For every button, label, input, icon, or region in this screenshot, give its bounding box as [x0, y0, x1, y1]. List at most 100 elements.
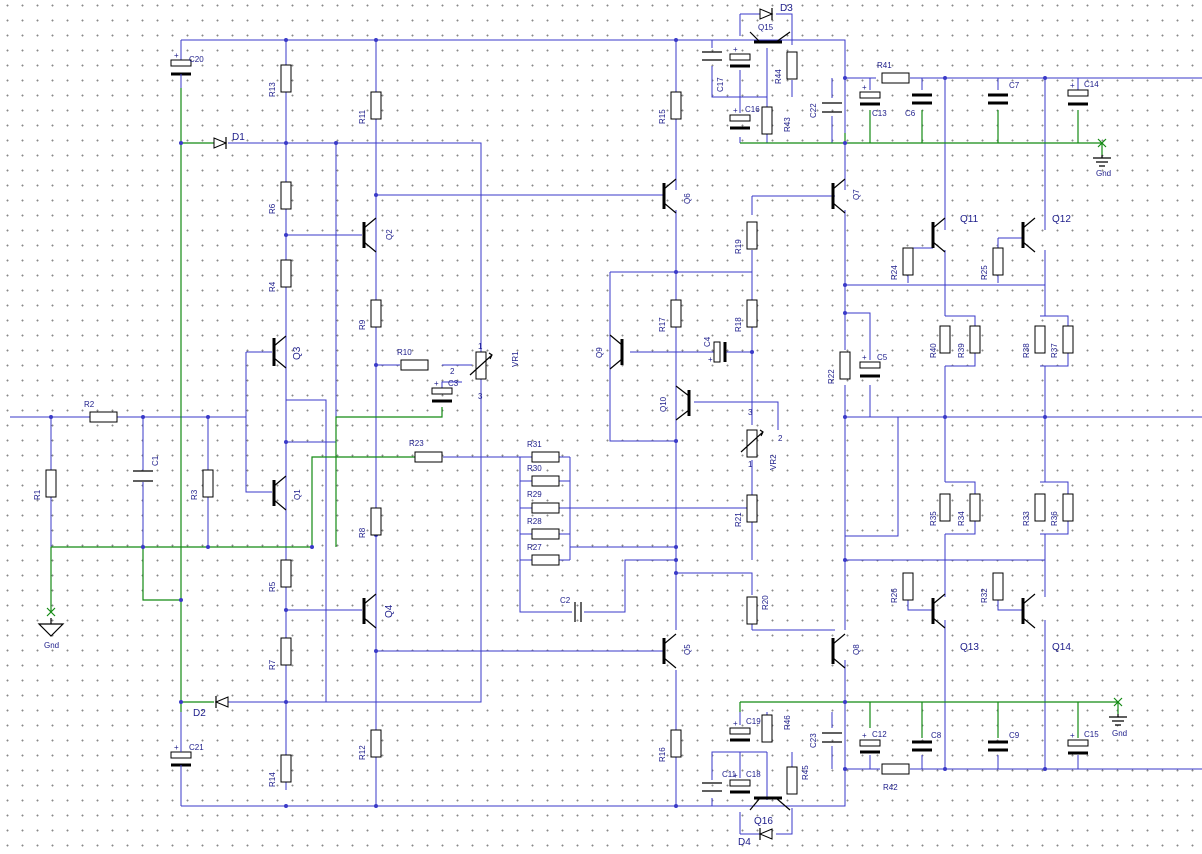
label-C3: C3 — [448, 379, 459, 388]
label-R13: R13 — [268, 82, 277, 97]
capacitor-C10 — [729, 53, 751, 68]
label-R10: R10 — [397, 348, 412, 357]
gnd-label-top-right: Gnd — [1096, 169, 1111, 178]
pot-VR2 — [740, 429, 764, 458]
label-C12: C12 — [872, 730, 887, 739]
plus-C10: + — [733, 45, 738, 54]
label-C19: C19 — [746, 717, 761, 726]
label-R42: R42 — [883, 783, 898, 792]
transistors — [272, 31, 1036, 811]
capacitor-C7 — [988, 93, 1008, 105]
resistor-R4 — [280, 259, 292, 288]
label-C4: C4 — [703, 336, 712, 347]
label-R34: R34 — [957, 511, 966, 526]
label-R37: R37 — [1050, 343, 1059, 358]
resistor-R14 — [280, 754, 292, 783]
ground-symbol-left — [37, 607, 65, 637]
label-R14: R14 — [268, 772, 277, 787]
capacitor-C20 — [170, 59, 192, 88]
resistor-R35 — [939, 493, 951, 522]
resistor-R6 — [280, 181, 292, 210]
label-Q1: Q1 — [293, 489, 302, 500]
resistor-R1 — [45, 469, 57, 498]
plus-C14: + — [1070, 81, 1075, 90]
schematic-canvas: R1 R3 R13 R6 R4 R5 R7 R14 R11 R9 R8 R12 … — [0, 0, 1202, 854]
transistor-Q3 — [272, 335, 287, 369]
label-R11: R11 — [358, 109, 367, 124]
label-R15: R15 — [658, 109, 667, 124]
label-R33: R33 — [1022, 511, 1031, 526]
label-R27: R27 — [527, 543, 542, 552]
label-C13: C13 — [872, 109, 887, 118]
resistor-R15 — [670, 91, 682, 120]
label-D1: D1 — [232, 132, 245, 143]
label-R41: R41 — [877, 61, 892, 70]
plus-C5: + — [862, 353, 867, 362]
resistor-R39 — [969, 325, 981, 354]
label-R1: R1 — [33, 489, 42, 500]
label-Q12: Q12 — [1052, 214, 1071, 225]
resistor-R32 — [992, 572, 1004, 601]
resistor-R20 — [746, 596, 758, 625]
wires — [10, 13, 1202, 835]
label-C20: C20 — [189, 55, 204, 64]
label-C23: C23 — [809, 733, 818, 748]
label-R43: R43 — [783, 117, 792, 132]
label-R4: R4 — [268, 281, 277, 292]
resistor-R7 — [280, 637, 292, 666]
label-D3: D3 — [780, 3, 793, 14]
capacitor-C8 — [912, 740, 932, 752]
label-C18: C18 — [746, 770, 761, 779]
label-R40: R40 — [929, 343, 938, 358]
transistor-Q16 — [749, 796, 791, 811]
label-R16: R16 — [658, 747, 667, 762]
label-R20: R20 — [761, 595, 770, 610]
transistor-Q8 — [831, 633, 846, 669]
capacitor-C12 — [859, 739, 881, 754]
plus-C18: + — [733, 771, 738, 780]
gnd-label-left: Gnd — [44, 641, 59, 650]
resistors-vertical — [45, 51, 1074, 795]
capacitor-C13 — [859, 91, 881, 106]
label-C6: C6 — [905, 109, 916, 118]
label-Q5: Q5 — [683, 644, 692, 655]
label-R28: R28 — [527, 517, 542, 526]
transistor-Q14 — [1021, 593, 1036, 629]
capacitor-C2 — [574, 602, 582, 622]
label-VR2: VR2 — [769, 454, 778, 470]
label-Q7: Q7 — [852, 189, 861, 200]
transistor-Q1 — [272, 475, 287, 511]
label-R23: R23 — [409, 439, 424, 448]
plus-C19: + — [733, 719, 738, 728]
ground-rails — [50, 88, 1119, 738]
resistor-R31 — [531, 451, 560, 463]
label-C15: C15 — [1084, 730, 1099, 739]
transistor-Q4 — [362, 593, 377, 629]
label-R18: R18 — [734, 317, 743, 332]
label-R22: R22 — [827, 369, 836, 384]
transistor-Q5 — [662, 633, 677, 669]
plus-C3: + — [434, 379, 439, 388]
resistor-R19 — [746, 221, 758, 250]
vr1-pin-1: 1 — [478, 342, 483, 351]
resistor-R29 — [531, 502, 560, 514]
resistor-R18 — [746, 299, 758, 328]
capacitor-C15 — [1067, 739, 1089, 755]
vr2-pin-1: 1 — [748, 460, 753, 469]
label-R46: R46 — [783, 715, 792, 730]
vr2-pin-2: 2 — [778, 434, 783, 443]
label-R24: R24 — [890, 265, 899, 280]
capacitor-C17 — [702, 51, 722, 61]
label-D2: D2 — [193, 708, 206, 719]
label-Q8: Q8 — [852, 644, 861, 655]
label-C2: C2 — [560, 596, 571, 605]
label-Q4: Q4 — [384, 604, 395, 618]
plus-C15: + — [1070, 731, 1075, 740]
resistor-R45 — [786, 766, 798, 795]
labels: R1 R3 R13 R6 R4 R5 R7 R14 R11 R9 R8 R12 … — [33, 3, 1127, 848]
label-Q14: Q14 — [1052, 642, 1071, 653]
junction-dots — [49, 38, 1047, 808]
resistor-R17 — [670, 299, 682, 328]
label-R35: R35 — [929, 511, 938, 526]
resistor-R37 — [1062, 325, 1074, 354]
